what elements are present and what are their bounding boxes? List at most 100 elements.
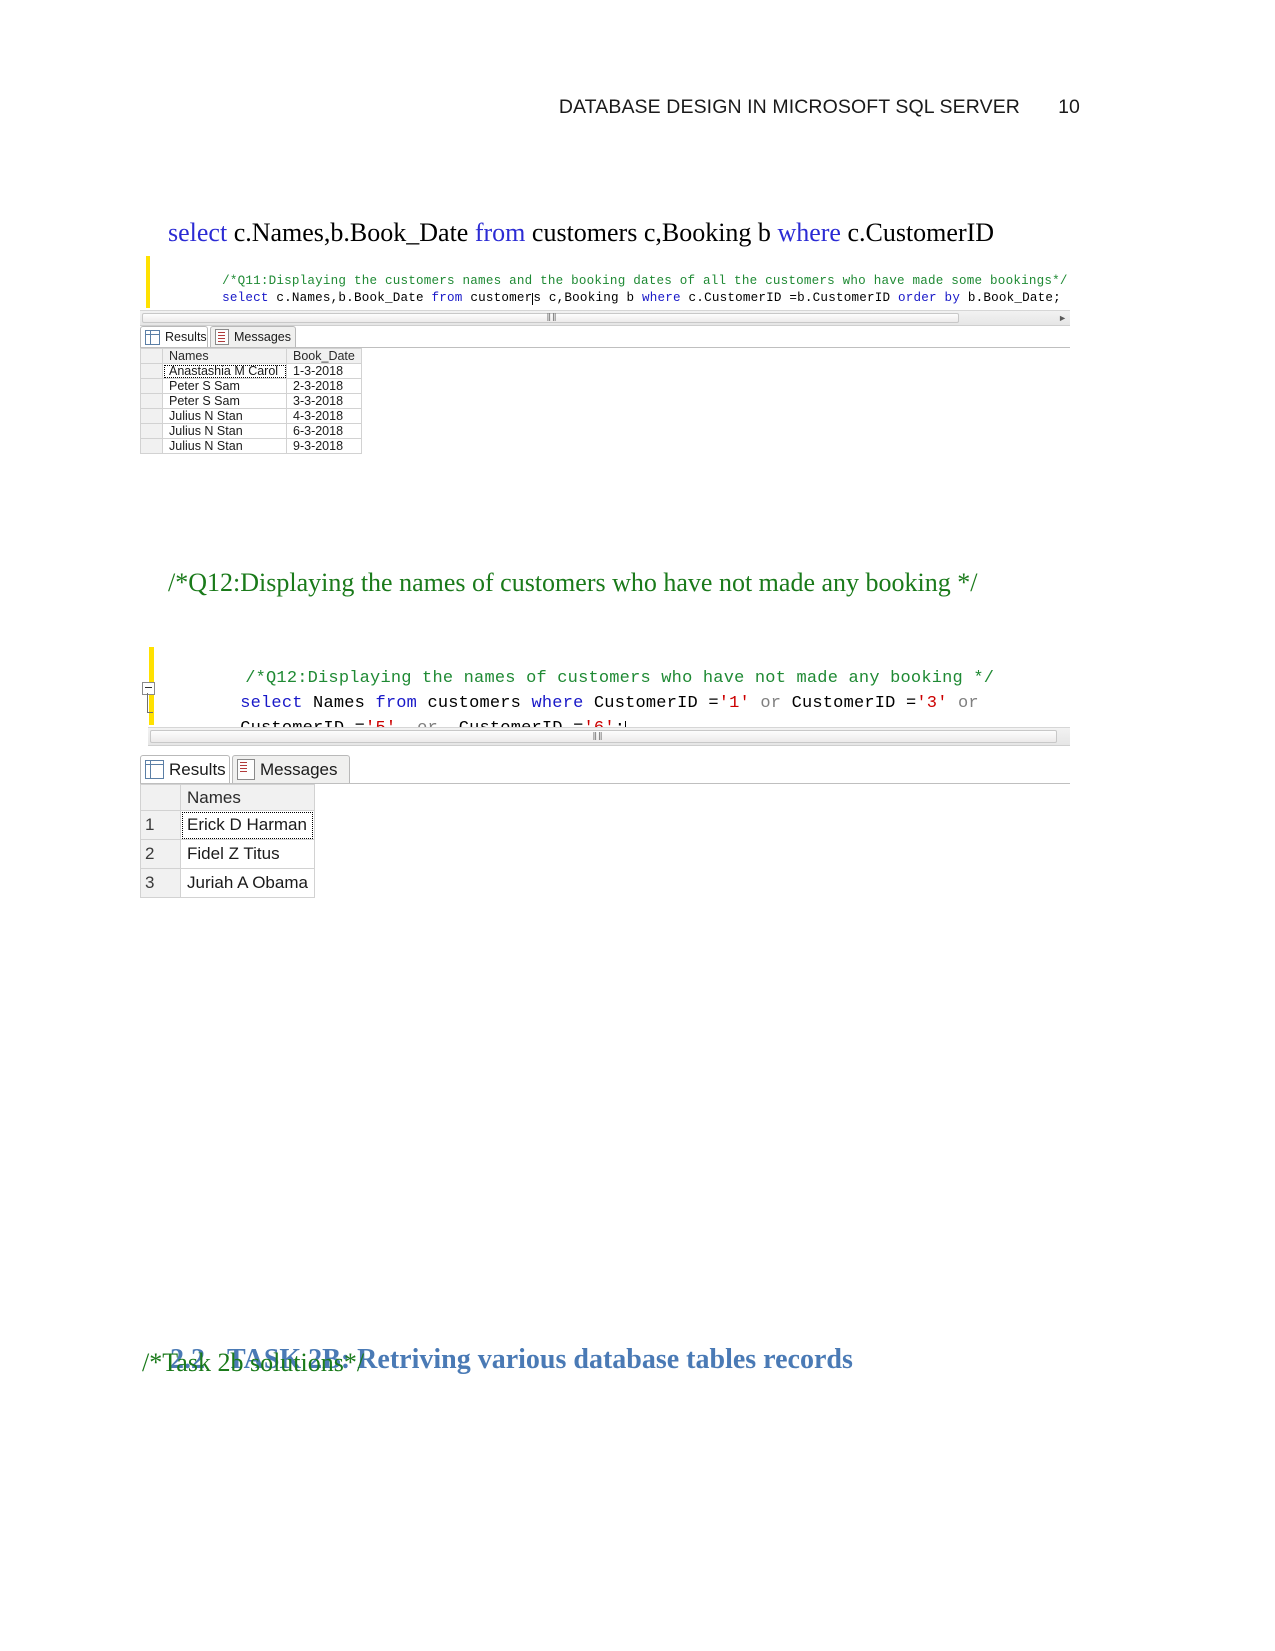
q11-cell-date[interactable]: 1-3-2018 (286, 363, 362, 379)
q11-keyword-from: from (474, 218, 526, 247)
q11-grid-header-row: Names Book_Date (140, 348, 362, 364)
q12-grid-header-row: Names (140, 784, 315, 811)
q11-change-marker (146, 256, 150, 308)
q11-horizontal-scrollbar[interactable]: ‖‖ ► (140, 310, 1070, 326)
header-title: DATABASE DESIGN IN MICROSOFT SQL SERVER (558, 96, 1020, 118)
table-row[interactable]: Peter S Sam 2-3-2018 (140, 378, 362, 394)
q12-code-cond2-value: '3' (916, 694, 948, 713)
q12-col-names[interactable]: Names (180, 784, 315, 811)
q12-horizontal-scrollbar[interactable]: ‖‖ (148, 727, 1070, 746)
q11-row-handle[interactable] (140, 363, 163, 379)
q11-cell-date[interactable]: 4-3-2018 (286, 408, 362, 424)
q11-tab-results-label: Results (165, 330, 207, 344)
table-row[interactable]: Julius N Stan 4-3-2018 (140, 408, 362, 424)
q11-code-select: select (222, 291, 269, 305)
q11-cell-date[interactable]: 3-3-2018 (286, 393, 362, 409)
q11-code-table-b: s c,Booking b (533, 291, 642, 305)
q11-scrollbar-grip: ‖‖ (546, 312, 558, 324)
q11-editor-pane[interactable]: /*Q11:Displaying the customers names and… (140, 254, 1070, 310)
q12-results-grid[interactable]: Names 1 Erick D Harman 2 Fidel Z Titus 3… (140, 784, 315, 898)
q11-ssms-screenshot: /*Q11:Displaying the customers names and… (140, 254, 1070, 474)
q12-code-or-2: or (947, 694, 979, 713)
q11-cell-name[interactable]: Peter S Sam (162, 378, 287, 394)
q11-results-tabstrip: Results Messages (140, 326, 1070, 348)
table-row[interactable]: Peter S Sam 3-3-2018 (140, 393, 362, 409)
q12-cell-name[interactable]: Juriah A Obama (180, 868, 315, 898)
q12-collapse-outline-icon[interactable] (142, 682, 155, 695)
q11-code-where: where (642, 291, 681, 305)
q11-cell-name[interactable]: Julius N Stan (162, 408, 287, 424)
q12-code-cond2-label: CustomerID = (791, 694, 917, 713)
q11-cell-name[interactable]: Julius N Stan (162, 423, 287, 439)
q11-cell-date[interactable]: 6-3-2018 (286, 423, 362, 439)
q12-tab-results-label: Results (169, 759, 226, 779)
q11-code-tail: b.Book_Date; (960, 291, 1061, 305)
q12-code-or-3: or (396, 719, 458, 727)
message-icon (237, 759, 255, 780)
q11-grid-corner (140, 348, 163, 364)
q12-code-cond4-label: CustomerID = (459, 719, 584, 727)
q12-editor-pane[interactable]: /*Q12:Displaying the names of customers … (140, 645, 1070, 727)
q12-row-handle[interactable]: 3 (140, 868, 181, 898)
q12-comment-text: /*Q12:Displaying the names of customers … (168, 568, 978, 597)
q11-code-from: from (431, 291, 463, 305)
q12-tab-messages-label: Messages (260, 759, 338, 779)
table-row[interactable]: 1 Erick D Harman (140, 810, 315, 840)
q11-code-table-a: customer (462, 291, 533, 305)
q12-row-handle[interactable]: 1 (140, 810, 181, 840)
q11-cell-date[interactable]: 9-3-2018 (286, 438, 362, 454)
q11-cell-name[interactable]: Julius N Stan (162, 438, 287, 454)
q11-tables: customers c,Booking b (525, 218, 778, 247)
q11-tab-messages-label: Messages (234, 330, 291, 344)
q11-tab-results[interactable]: Results (140, 326, 208, 347)
q12-ssms-screenshot: /*Q12:Displaying the names of customers … (140, 645, 1070, 910)
q12-tab-results[interactable]: Results (140, 755, 230, 783)
q11-columns: c.Names,b.Book_Date (227, 218, 475, 247)
q12-tab-messages[interactable]: Messages (232, 755, 350, 783)
table-row[interactable]: 2 Fidel Z Titus (140, 839, 315, 869)
q11-row-handle[interactable] (140, 423, 163, 439)
q12-cell-name[interactable]: Erick D Harman (180, 810, 315, 840)
q12-code-cond3-label: CustomerID = (240, 719, 365, 727)
q12-code-cond3-value: '5' (365, 719, 396, 727)
q11-code-columns: c.Names,b.Book_Date (268, 291, 432, 305)
task-2b-solutions-comment: /*Task 2b solutions*/ (142, 1348, 365, 1377)
q11-scroll-right-arrow[interactable]: ► (1058, 313, 1067, 323)
message-icon (215, 329, 229, 345)
q12-grid-corner (140, 784, 181, 811)
q11-col-bookdate[interactable]: Book_Date (286, 348, 362, 364)
q12-code-semicolon: ; (615, 719, 625, 727)
q11-code-orderby: order by (898, 291, 961, 305)
document-running-header: DATABASE DESIGN IN MICROSOFT SQL SERVER 1… (140, 96, 1080, 119)
q11-tab-messages[interactable]: Messages (210, 326, 296, 347)
grid-icon (145, 760, 164, 779)
grid-icon (145, 329, 160, 345)
q12-row-handle[interactable]: 2 (140, 839, 181, 869)
q11-row-handle[interactable] (140, 378, 163, 394)
q12-code-or-1: or (749, 694, 792, 713)
q11-row-handle[interactable] (140, 408, 163, 424)
q11-keyword-where: where (777, 218, 841, 247)
table-row[interactable]: 3 Juriah A Obama (140, 868, 315, 898)
document-page: DATABASE DESIGN IN MICROSOFT SQL SERVER 1… (0, 0, 1275, 1651)
q12-scrollbar-grip: ‖‖ (592, 730, 604, 743)
table-row[interactable]: Julius N Stan 6-3-2018 (140, 423, 362, 439)
q12-outline-line (147, 693, 148, 713)
q11-row-handle[interactable] (140, 393, 163, 409)
q11-row-handle[interactable] (140, 438, 163, 454)
q11-cell-date[interactable]: 2-3-2018 (286, 378, 362, 394)
q11-cell-name[interactable]: Anastashia M Carol (162, 363, 287, 379)
q11-col-names[interactable]: Names (162, 348, 287, 364)
q12-cell-name[interactable]: Fidel Z Titus (180, 839, 315, 869)
header-page-number: 10 (1058, 96, 1080, 118)
q12-code-cond4-value: '6' (584, 719, 615, 727)
table-row[interactable]: Julius N Stan 9-3-2018 (140, 438, 362, 454)
q11-keyword-select: select (168, 218, 228, 247)
q12-results-tabstrip: Results Messages (140, 755, 1070, 784)
q11-results-grid[interactable]: Names Book_Date Anastashia M Carol 1-3-2… (140, 348, 362, 454)
q12-code-cond1-value: '1' (718, 694, 750, 713)
table-row[interactable]: Anastashia M Carol 1-3-2018 (140, 363, 362, 379)
q12-outline-foot (147, 712, 153, 713)
q11-cell-name[interactable]: Peter S Sam (162, 393, 287, 409)
q11-code-condition: c.CustomerID =b.CustomerID (680, 291, 899, 305)
